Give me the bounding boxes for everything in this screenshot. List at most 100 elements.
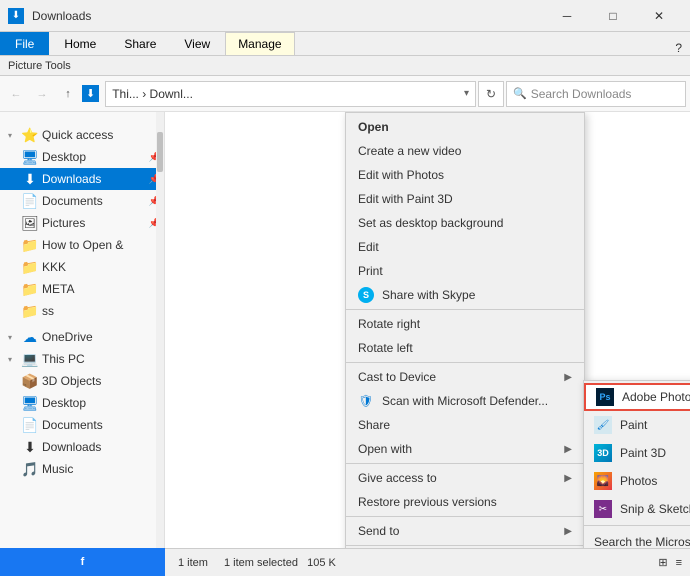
ctx-open-with[interactable]: Open with ▶: [346, 437, 584, 461]
pictures-icon: 🖼: [22, 215, 38, 231]
ctx-separator-5: [346, 545, 584, 546]
up-button[interactable]: ↑: [56, 82, 80, 106]
ss-icon: 📁: [22, 303, 38, 319]
context-menu: Open Create a new video Edit with Photos…: [345, 112, 585, 548]
forward-button[interactable]: →: [30, 82, 54, 106]
search-input[interactable]: Search Downloads: [531, 87, 632, 101]
back-button[interactable]: ←: [4, 82, 28, 106]
onedrive-chevron: ▾: [8, 333, 18, 342]
sidebar-label-documents2: Documents: [42, 418, 103, 432]
cast-arrow-icon: ▶: [564, 372, 572, 383]
paint-logo: 🖌: [594, 416, 612, 434]
skype-icon: S: [358, 287, 374, 303]
tab-file[interactable]: File: [0, 32, 49, 55]
tab-view[interactable]: View: [171, 32, 223, 55]
sidebar-item-documents2[interactable]: 📄 Documents: [0, 414, 164, 436]
sidebar-item-quick-access[interactable]: ▾ ⭐ Quick access: [0, 124, 164, 146]
sidebar-item-music[interactable]: 🎵 Music: [0, 458, 164, 480]
ctx-share[interactable]: Share: [346, 413, 584, 437]
sidebar-item-meta[interactable]: 📁 META: [0, 278, 164, 300]
chevron-icon: ▾: [8, 131, 18, 140]
ctx-scan-defender[interactable]: 🛡 Scan with Microsoft Defender...: [346, 389, 584, 413]
address-bar[interactable]: Thi... › Downl... ▾: [105, 81, 476, 107]
submenu-item-paint3d[interactable]: 3D Paint 3D: [584, 439, 690, 467]
sidebar-item-3d-objects[interactable]: 📦 3D Objects: [0, 370, 164, 392]
ctx-give-access[interactable]: Give access to ▶: [346, 466, 584, 490]
3d-objects-icon: 📦: [22, 373, 38, 389]
sidebar-label-kkk: KKK: [42, 260, 66, 274]
view-icons[interactable]: ⊞: [658, 556, 667, 569]
close-button[interactable]: ✕: [636, 0, 682, 32]
sidebar-item-ss[interactable]: 📁 ss: [0, 300, 164, 322]
ctx-set-desktop-bg[interactable]: Set as desktop background: [346, 211, 584, 235]
ctx-share-skype[interactable]: S Share with Skype: [346, 283, 584, 307]
sidebar-item-how-to-open[interactable]: 📁 How to Open &: [0, 234, 164, 256]
ctx-separator-2: [346, 362, 584, 363]
submenu-item-snip-sketch[interactable]: ✂ Snip & Sketch: [584, 495, 690, 523]
kkk-icon: 📁: [22, 259, 38, 275]
desktop2-icon: 🖥: [22, 395, 38, 411]
sidebar-item-documents[interactable]: 📄 Documents 📌: [0, 190, 164, 212]
address-text: Thi... › Downl...: [112, 87, 460, 101]
ctx-separator-4: [346, 516, 584, 517]
ctx-rotate-left[interactable]: Rotate left: [346, 336, 584, 360]
title-bar: ⬇ Downloads ─ □ ✕: [0, 0, 690, 32]
ctx-cast-to-device[interactable]: Cast to Device ▶: [346, 365, 584, 389]
ctx-edit-with-photos[interactable]: Edit with Photos: [346, 163, 584, 187]
scrollbar-thumb[interactable]: [157, 132, 163, 172]
sidebar-item-downloads[interactable]: ⬇ Downloads 📌: [0, 168, 164, 190]
address-dropdown-icon[interactable]: ▾: [464, 88, 469, 99]
search-bar[interactable]: 🔍 Search Downloads: [506, 81, 686, 107]
paint-icon: 🖌: [594, 416, 612, 434]
ctx-print[interactable]: Print: [346, 259, 584, 283]
ctx-edit-with-paint-3d[interactable]: Edit with Paint 3D: [346, 187, 584, 211]
ps-logo: Ps: [596, 388, 614, 406]
sidebar-label-quick-access: Quick access: [42, 128, 113, 142]
submenu-item-paint[interactable]: 🖌 Paint: [584, 411, 690, 439]
defender-icon: 🛡: [358, 393, 374, 409]
nav-bar: ← → ↑ ⬇ Thi... › Downl... ▾ ↻ 🔍 Search D…: [0, 76, 690, 112]
minimize-button[interactable]: ─: [544, 0, 590, 32]
this-pc-chevron: ▾: [8, 355, 18, 364]
submenu-item-photos[interactable]: 🌄 Photos: [584, 467, 690, 495]
maximize-button[interactable]: □: [590, 0, 636, 32]
paint3d-icon: 3D: [594, 444, 612, 462]
downloads2-icon: ⬇: [22, 439, 38, 455]
sidebar-scrollbar[interactable]: [156, 112, 164, 548]
view-list[interactable]: ≡: [676, 557, 682, 569]
sidebar-label-meta: META: [42, 282, 74, 296]
sidebar-label-downloads: Downloads: [42, 172, 101, 186]
sidebar-item-kkk[interactable]: 📁 KKK: [0, 256, 164, 278]
sidebar-item-desktop[interactable]: 🖥 Desktop 📌: [0, 146, 164, 168]
ctx-edit[interactable]: Edit: [346, 235, 584, 259]
help-icon[interactable]: ?: [675, 41, 690, 55]
ctx-open[interactable]: Open: [346, 115, 584, 139]
ctx-create-new-video[interactable]: Create a new video: [346, 139, 584, 163]
tab-manage[interactable]: Manage: [225, 32, 294, 55]
sidebar-item-this-pc[interactable]: ▾ 💻 This PC: [0, 348, 164, 370]
sidebar-label-pictures: Pictures: [42, 216, 85, 230]
tab-home[interactable]: Home: [51, 32, 109, 55]
ribbon-tabs: File Home Share View Manage ?: [0, 32, 690, 56]
sidebar-label-music: Music: [42, 462, 73, 476]
music-icon: 🎵: [22, 461, 38, 477]
sidebar: ▾ ⭐ Quick access 🖥 Desktop 📌 ⬇ Downloads…: [0, 112, 165, 548]
sidebar-item-pictures[interactable]: 🖼 Pictures 📌: [0, 212, 164, 234]
tab-share[interactable]: Share: [111, 32, 169, 55]
ctx-restore-previous[interactable]: Restore previous versions: [346, 490, 584, 514]
refresh-button[interactable]: ↻: [478, 81, 504, 107]
quick-access-icon: ⭐: [22, 127, 38, 143]
sidebar-item-downloads2[interactable]: ⬇ Downloads: [0, 436, 164, 458]
paint3d-logo: 3D: [594, 444, 612, 462]
submenu-item-search-store[interactable]: Search the Microsoft Store: [584, 528, 690, 548]
window-title: Downloads: [32, 9, 91, 23]
submenu-item-photoshop[interactable]: Ps Adobe Photoshop 2020: [584, 383, 690, 411]
sidebar-item-onedrive[interactable]: ▾ ☁ OneDrive: [0, 326, 164, 348]
give-access-arrow-icon: ▶: [564, 473, 572, 484]
sidebar-label-downloads2: Downloads: [42, 440, 101, 454]
sidebar-item-desktop2[interactable]: 🖥 Desktop: [0, 392, 164, 414]
title-bar-left: ⬇ Downloads: [8, 8, 544, 24]
ctx-rotate-right[interactable]: Rotate right: [346, 312, 584, 336]
search-icon: 🔍: [513, 87, 527, 100]
ctx-send-to[interactable]: Send to ▶: [346, 519, 584, 543]
